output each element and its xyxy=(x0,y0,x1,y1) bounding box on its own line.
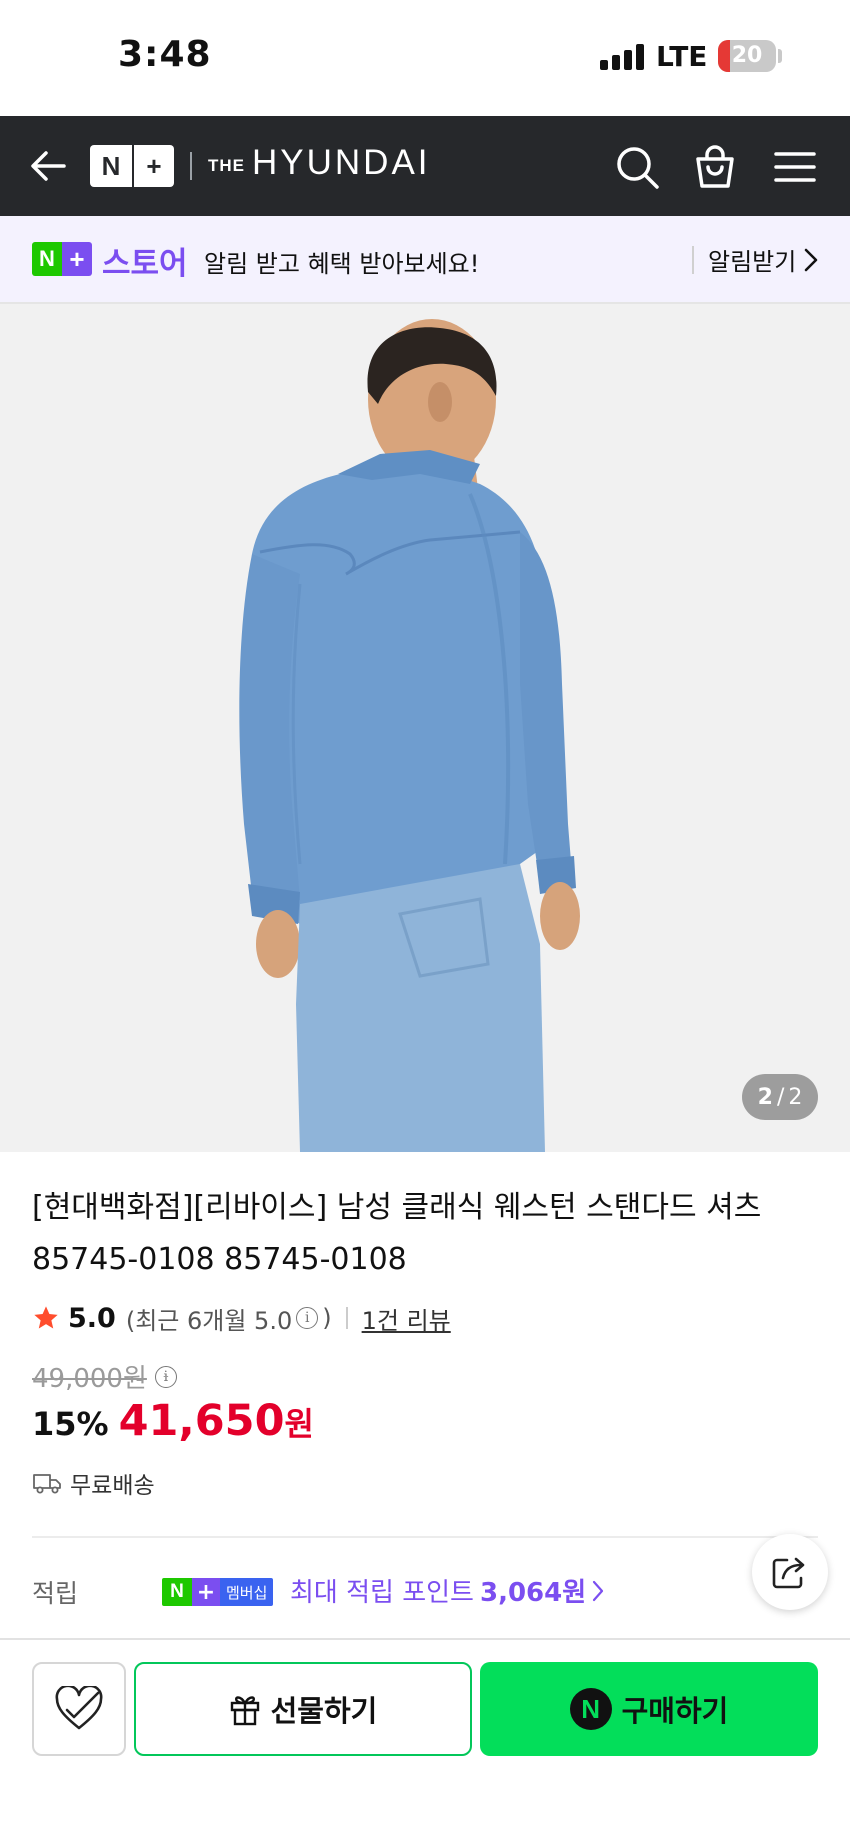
chevron-right-icon xyxy=(805,248,818,271)
store-label: 스토어 xyxy=(102,246,188,282)
rating-row: 5.0 (최근 6개월 5.0 i ) 1건 리뷰 xyxy=(32,1298,451,1338)
brand-prefix: THE xyxy=(208,156,245,175)
max-points-amount: 3,064원 xyxy=(479,1578,587,1608)
membership-badge-n: N xyxy=(162,1578,192,1606)
recent-rating-text: (최근 6개월 5.0 xyxy=(125,1306,293,1335)
price-info-icon[interactable]: i xyxy=(154,1365,177,1388)
status-time: 3:48 xyxy=(118,34,212,75)
network-type: LTE xyxy=(656,40,708,73)
battery-level: 20 xyxy=(731,43,763,68)
original-price: 49,000원 xyxy=(32,1364,147,1394)
share-icon xyxy=(772,1557,805,1589)
brand-divider xyxy=(190,152,192,180)
sale-price-currency: 원 xyxy=(284,1405,314,1443)
search-icon[interactable] xyxy=(614,144,660,190)
max-points-link[interactable]: 최대 적립 포인트 3,064원 xyxy=(290,1572,604,1609)
chevron-right-icon xyxy=(593,1580,604,1601)
logo-plus: + xyxy=(132,145,174,187)
image-pagination-indicator: 2 / 2 xyxy=(742,1074,818,1120)
shopping-bag-icon[interactable] xyxy=(692,144,738,190)
points-label: 적립 xyxy=(32,1579,79,1608)
brand-name[interactable]: HYUNDAI xyxy=(252,143,431,183)
battery-icon: 20 xyxy=(718,40,776,72)
delivery-truck-icon xyxy=(33,1474,61,1494)
wishlist-button[interactable] xyxy=(32,1662,126,1756)
naver-plus-logo[interactable]: N + xyxy=(90,145,174,187)
image-index-separator: / xyxy=(776,1084,785,1110)
naver-plus-badge: N + xyxy=(32,242,92,276)
star-icon xyxy=(34,1306,58,1329)
store-message: 알림 받고 혜택 받아보세요! xyxy=(204,250,480,278)
section-divider xyxy=(32,1536,818,1538)
buy-button[interactable]: N 구매하기 xyxy=(480,1662,818,1756)
image-total-count: 2 xyxy=(788,1084,803,1110)
gift-button[interactable]: 선물하기 xyxy=(134,1662,472,1756)
status-bar: 3:48 LTE 20 xyxy=(0,0,850,116)
share-button[interactable] xyxy=(752,1534,828,1610)
banner-divider xyxy=(692,246,694,274)
max-points-text: 최대 적립 포인트 xyxy=(290,1578,474,1608)
naver-pay-icon: N xyxy=(569,1688,612,1730)
membership-badge-plus: + xyxy=(192,1578,220,1606)
signal-strength-icon xyxy=(600,44,644,70)
sale-price-row: 15% 41,650 원 xyxy=(32,1396,314,1446)
shipping-label: 무료배송 xyxy=(70,1473,155,1499)
info-icon[interactable]: i xyxy=(296,1307,319,1329)
gift-icon xyxy=(230,1696,259,1726)
buy-button-label: 구매하기 xyxy=(621,1694,729,1728)
original-price-row: 49,000원 i xyxy=(32,1358,181,1395)
badge-n: N xyxy=(32,242,62,276)
sale-price: 41,650 xyxy=(118,1396,285,1446)
heart-check-icon xyxy=(55,1686,103,1730)
recent-rating-close: ) xyxy=(322,1304,332,1332)
notification-subscribe-link[interactable]: 알림받기 xyxy=(708,242,818,277)
battery-nub xyxy=(778,49,782,63)
product-title: [현대백화점][리바이스] 남성 클래식 웨스턴 스탠다드 셔츠 85745-0… xyxy=(32,1190,762,1277)
membership-badge-label: 멤버십 xyxy=(220,1578,274,1606)
store-notification-banner[interactable]: N + 스토어 알림 받고 혜택 받아보세요! 알림받기 xyxy=(0,216,850,304)
rating-score: 5.0 xyxy=(68,1302,116,1334)
rating-divider xyxy=(345,1307,348,1329)
discount-rate: 15% xyxy=(32,1405,109,1443)
recent-rating: (최근 6개월 5.0 i ) xyxy=(126,1301,332,1336)
badge-plus: + xyxy=(62,242,92,276)
product-photo-denim-shirt xyxy=(239,319,580,1152)
membership-badge: N + 멤버십 xyxy=(162,1578,274,1606)
product-image[interactable] xyxy=(0,304,850,1152)
back-arrow-icon[interactable] xyxy=(28,144,68,188)
bottom-action-bar: 선물하기 N 구매하기 xyxy=(0,1638,850,1842)
app-header: N + THE HYUNDAI xyxy=(0,116,850,216)
image-current-index: 2 xyxy=(757,1084,773,1110)
menu-icon[interactable] xyxy=(772,144,818,190)
logo-n: N xyxy=(101,150,121,181)
notification-subscribe-label: 알림받기 xyxy=(708,248,797,276)
review-count-link[interactable]: 1건 리뷰 xyxy=(362,1301,451,1336)
shipping-info: 무료배송 xyxy=(32,1466,155,1500)
gift-button-label: 선물하기 xyxy=(270,1694,378,1728)
